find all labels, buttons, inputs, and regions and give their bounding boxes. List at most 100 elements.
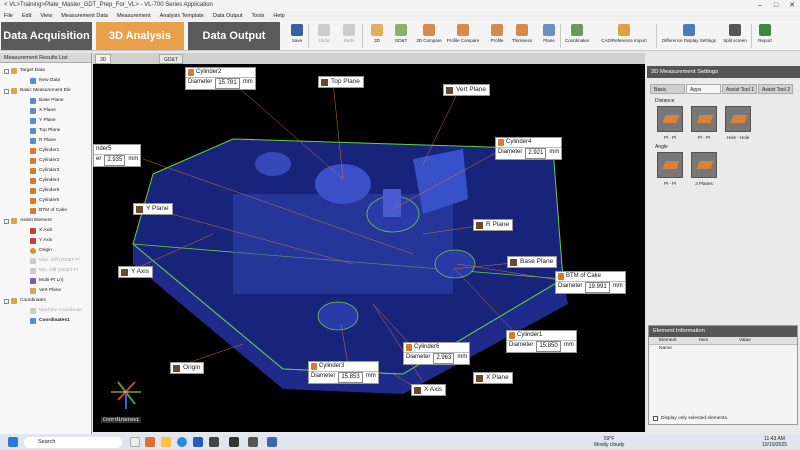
tree-item-max-diff[interactable]: Max. Diff (GD&T-Fl [30, 256, 79, 266]
search-box[interactable]: Search [24, 437, 122, 448]
menu-edit[interactable]: Edit [22, 11, 31, 21]
tree-item-basic-measurement[interactable]: - Basic Measurement Ele [4, 86, 71, 96]
label-y-plane[interactable]: Y Plane [133, 203, 173, 215]
tree-item-x-axis[interactable]: X Axis [30, 226, 52, 236]
difference-display-settings-button[interactable]: Difference Display Settings [658, 23, 720, 49]
label-cylinder1[interactable]: Cylinder1 Diameter 15.850 mm [506, 330, 577, 353]
windows-start-icon[interactable] [8, 437, 18, 447]
tree-item-base-plane[interactable]: Base Plane [30, 96, 64, 106]
coordinates-button[interactable]: Coordinates [562, 23, 592, 49]
app-icon[interactable] [145, 437, 155, 447]
cad-import-button[interactable]: CAD/Reference Import [596, 23, 652, 49]
checkbox-icon[interactable] [653, 416, 658, 421]
tab-3d[interactable]: 3D [95, 54, 112, 64]
3d-viewport[interactable]: Cylinder2 Diameter 15.781 mm nder5 er 2.935 mm… [93, 64, 645, 432]
angle-plane-plane-button[interactable]: Pl - Pl [655, 152, 685, 186]
menu-view[interactable]: View [40, 11, 52, 21]
label-vert-plane[interactable]: Vert Plane [443, 84, 490, 96]
label-x-axis[interactable]: X Axis [411, 384, 447, 396]
tree-item-cylinder4[interactable]: Cylinder4 [30, 176, 59, 186]
tree-item-assist-element[interactable]: - Assist Element [4, 216, 52, 226]
label-origin[interactable]: Origin [170, 362, 205, 374]
label-cylinder2[interactable]: Cylinder2 Diameter 15.781 mm [185, 67, 256, 90]
tab-assist-tool-1[interactable]: Assist Tool 1 [722, 84, 757, 94]
app-icon-3[interactable] [229, 437, 239, 447]
thickness-button[interactable]: Thickness [508, 23, 536, 49]
label-r-plane[interactable]: R Plane [473, 219, 514, 231]
collapse-icon[interactable]: - [4, 68, 9, 74]
tree-item-cylinder3[interactable]: Cylinder3 [30, 166, 59, 176]
menu-file[interactable]: File [4, 11, 13, 21]
vl-700-icon[interactable] [267, 437, 277, 447]
edge-icon[interactable] [177, 437, 187, 447]
menu-tools[interactable]: Tools [252, 11, 265, 21]
minimize-icon[interactable]: – [752, 0, 768, 11]
tree-item-x-plane[interactable]: X Plane [30, 106, 56, 116]
tree-item-r-plane[interactable]: R Plane [30, 136, 56, 146]
tab-apps[interactable]: Apps [686, 84, 721, 94]
menu-help[interactable]: Help [273, 11, 284, 21]
collapse-icon[interactable]: - [4, 218, 9, 224]
collapse-icon[interactable]: - [4, 88, 9, 94]
gdt-button[interactable]: GD&T [388, 23, 414, 49]
profile-compare-button[interactable]: Profile Compare [446, 23, 480, 49]
menu-measurement[interactable]: Measurement [117, 11, 151, 21]
angle-3-planes-button[interactable]: 3 Planes [689, 152, 719, 186]
tree-item-cylinder2[interactable]: Cylinder2 [30, 156, 59, 166]
tree-item-machine-coordinate[interactable]: Machine Coordinate [30, 306, 82, 316]
profile-button[interactable]: Profile [484, 23, 510, 49]
label-base-plane[interactable]: Base Plane [507, 256, 558, 268]
tab-assist-tool-2[interactable]: Assist Tool 2 [758, 84, 793, 94]
collapse-icon[interactable]: - [4, 298, 9, 304]
tree-item-cylinder6[interactable]: Cylinder6 [30, 196, 59, 206]
label-cylinder3[interactable]: Cylinder3 Diameter 15.853 mm [308, 361, 379, 384]
menu-measurement-data[interactable]: Measurement Data [61, 11, 108, 21]
data-output-button[interactable]: Data Output [188, 22, 280, 50]
tree-item-btm-of-cake[interactable]: BTM of Cake [30, 206, 67, 216]
tree-item-new-data[interactable]: New Data [30, 76, 60, 86]
distance-plane-plane-button[interactable]: Pl - Pl [655, 106, 685, 140]
folder-icon[interactable] [161, 437, 171, 447]
tab-basic[interactable]: Basic [650, 84, 685, 94]
plane-button[interactable]: Plane [536, 23, 562, 49]
distance-plane-point-button[interactable]: Pl - Pt [689, 106, 719, 140]
close-icon[interactable]: ✕ [784, 0, 800, 11]
menu-data-output[interactable]: Data Output [213, 11, 243, 21]
tree-item-cylinder1[interactable]: Cylinder1 [30, 146, 59, 156]
tree-item-cylinder5[interactable]: Cylinder5 [30, 186, 59, 196]
tree-item-target-data[interactable]: - Target Data [4, 66, 45, 76]
report-button[interactable]: Report [752, 23, 778, 49]
task-view-icon[interactable] [130, 437, 140, 447]
weather-widget[interactable]: 59°F Mostly cloudy [594, 436, 624, 448]
label-x-plane[interactable]: X Plane [473, 372, 513, 384]
label-cylinder4[interactable]: Cylinder4 Diameter 2.921 mm [495, 137, 563, 160]
3d-button[interactable]: 3D [364, 23, 390, 49]
tree-item-origin[interactable]: Origin [30, 246, 52, 256]
tree-item-vert-plane[interactable]: Vert Plane [30, 286, 61, 296]
label-cylinder5[interactable]: nder5 er 2.935 mm [93, 144, 142, 167]
distance-hole-hole-button[interactable]: Hole - Hole [723, 106, 753, 140]
outlook-icon[interactable] [193, 437, 203, 447]
undo-button[interactable]: Undo [311, 23, 337, 49]
tab-gdt[interactable]: GD&T [159, 54, 183, 64]
app-icon-2[interactable] [209, 437, 219, 447]
tree-item-y-plane[interactable]: Y Plane [30, 116, 56, 126]
label-cylinder6[interactable]: Cylinder6 Diameter 2.963 mm [403, 342, 471, 365]
tree-item-coordinates[interactable]: - Coordinates [4, 296, 46, 306]
tree-item-top-plane[interactable]: Top Plane [30, 126, 60, 136]
display-selected-checkbox[interactable]: Display only selected elements. [653, 416, 728, 421]
save-button[interactable]: Save [284, 23, 310, 49]
tree-item-y-axis[interactable]: Y Axis [30, 236, 52, 246]
split-screen-button[interactable]: Split screen [720, 23, 750, 49]
label-top-plane[interactable]: Top Plane [318, 76, 364, 88]
label-btm-of-cake[interactable]: BTM of Cake Diameter 19.991 mm [555, 271, 626, 294]
label-y-axis[interactable]: Y Axis [118, 266, 153, 278]
maximize-icon[interactable]: □ [768, 0, 784, 11]
tree-item-min-diff[interactable]: Min. Diff (GD&T-Fl [30, 266, 78, 276]
redo-button[interactable]: Redo [336, 23, 362, 49]
3d-compare-button[interactable]: 3D Compare [416, 23, 442, 49]
menu-analysis-template[interactable]: Analysis Template [160, 11, 204, 21]
tree-item-coordinates1[interactable]: Coordinates1 [30, 316, 70, 326]
clock[interactable]: 11:43 AM 10/10/2025 [762, 436, 787, 448]
vl-app-icon[interactable] [248, 437, 258, 447]
